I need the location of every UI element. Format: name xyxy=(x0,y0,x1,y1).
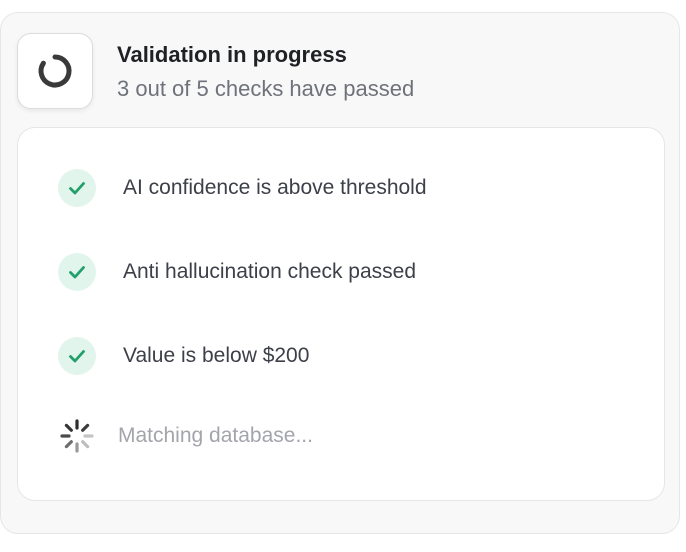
loading-dots-icon xyxy=(60,419,94,453)
loading-spinner-icon xyxy=(38,54,72,88)
validation-subtitle: 3 out of 5 checks have passed xyxy=(117,76,415,101)
check-icon xyxy=(58,169,96,207)
check-icon xyxy=(58,253,96,291)
check-label: Anti hallucination check passed xyxy=(123,260,417,283)
checks-list: AI confidence is above threshold Anti ha… xyxy=(17,127,665,501)
validation-card: Validation in progress 3 out of 5 checks… xyxy=(0,12,680,534)
pending-item-matching-database: Matching database... xyxy=(58,416,313,456)
status-icon-box xyxy=(17,33,93,109)
check-item-ai-confidence: AI confidence is above threshold xyxy=(58,168,427,208)
validation-title: Validation in progress xyxy=(117,42,347,67)
check-label: AI confidence is above threshold xyxy=(123,176,427,199)
pending-label: Matching database... xyxy=(118,424,313,447)
check-item-value: Value is below $200 xyxy=(58,336,309,376)
check-icon xyxy=(58,337,96,375)
check-label: Value is below $200 xyxy=(123,344,310,367)
check-item-anti-hallucination: Anti hallucination check passed xyxy=(58,252,416,292)
